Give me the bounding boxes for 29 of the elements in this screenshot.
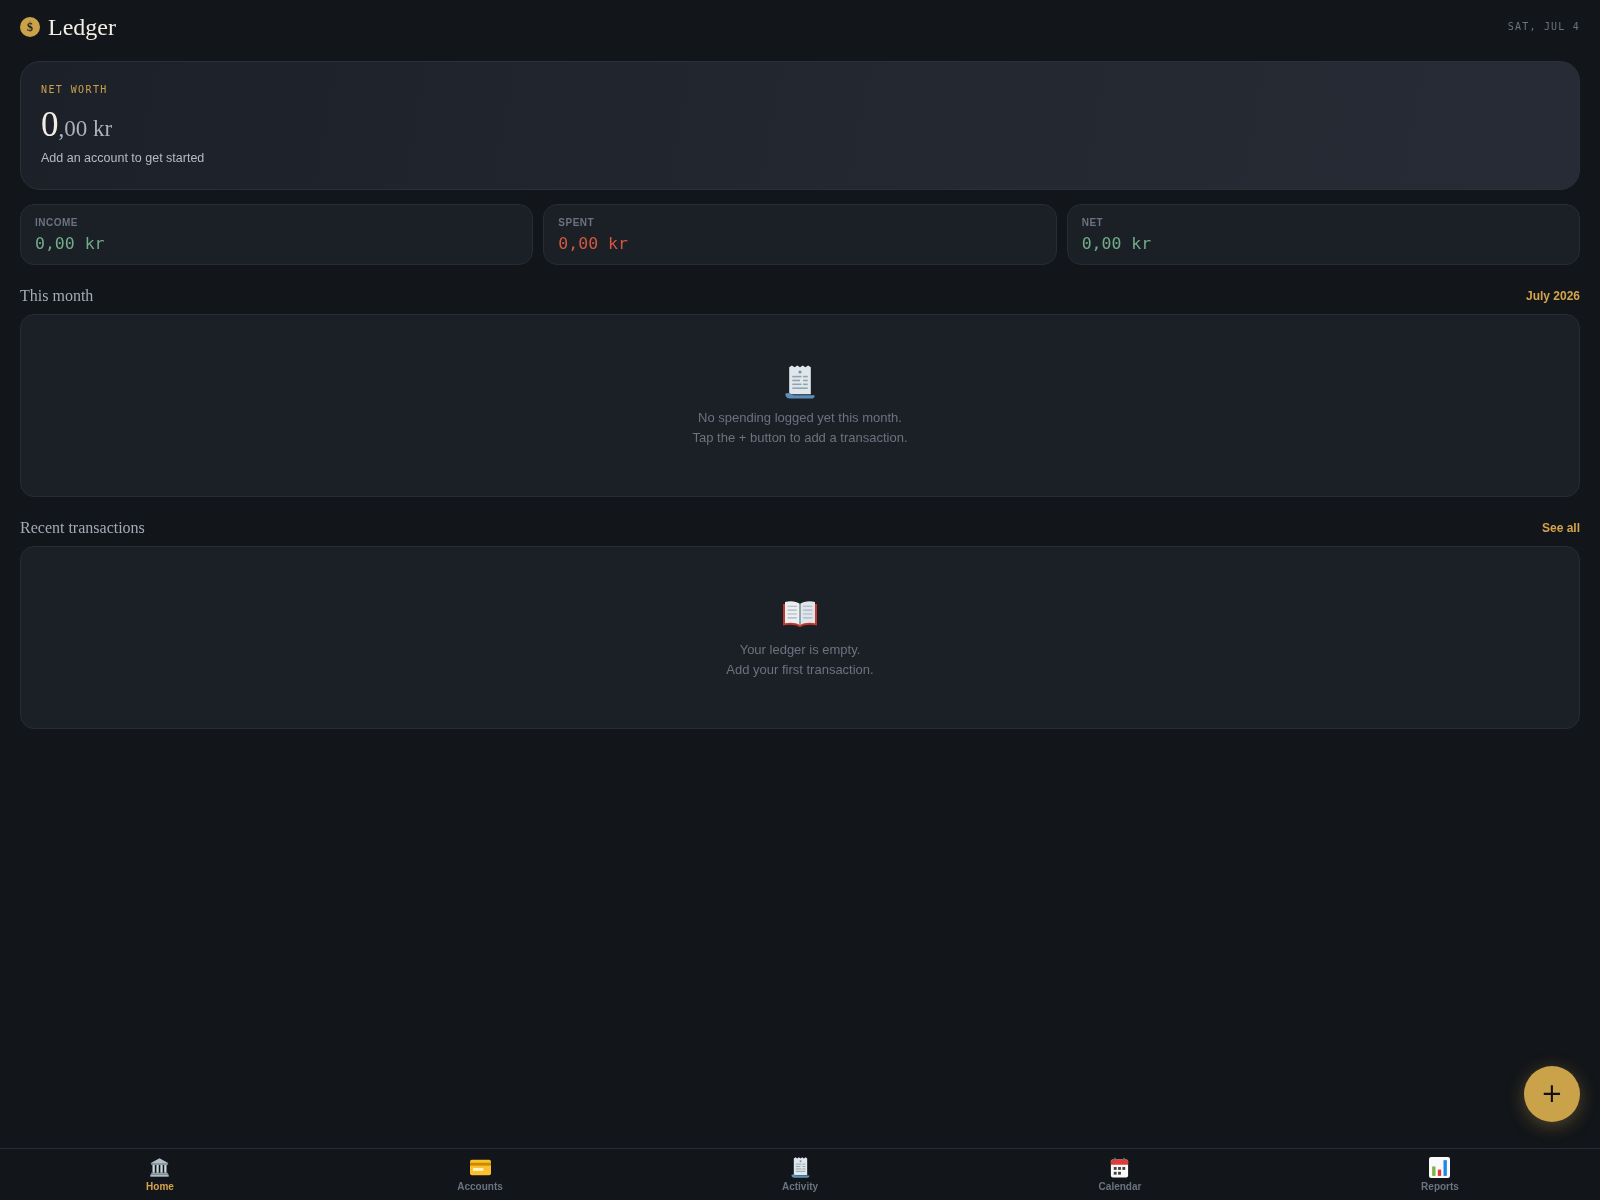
net-worth-amount: 0,00 kr <box>41 106 113 144</box>
stat-label: NET <box>1081 216 1104 229</box>
nav-tab[interactable]: Calendar <box>1092 1156 1148 1193</box>
stat-value: 0,00 kr <box>1081 233 1152 255</box>
nav-tab[interactable]: Activity <box>775 1156 825 1193</box>
empty-state-message: No spending logged yet this month. Tap the + button to add a transaction. <box>692 409 908 447</box>
bank-building-icon <box>149 1156 171 1178</box>
calendar-icon <box>1109 1156 1131 1178</box>
nav-tab[interactable]: Home <box>140 1156 180 1193</box>
section-title: Recent transactions <box>20 518 145 538</box>
stat-value: 0,00 kr <box>558 233 628 255</box>
stat-value: 0,00 kr <box>35 233 105 255</box>
coin-logo: $ <box>20 17 40 37</box>
receipt-icon <box>783 365 817 399</box>
add-button[interactable]: + <box>1524 1066 1580 1122</box>
stat-label: INCOME <box>35 216 78 229</box>
empty-state-message: Your ledger is empty. Add your first transaction. <box>726 641 874 679</box>
receipt-icon <box>789 1156 811 1178</box>
net-worth-hint: Add an account to get started <box>41 150 205 166</box>
nav-tab[interactable]: Reports <box>1415 1156 1465 1193</box>
section-link[interactable]: July 2026 <box>1525 288 1580 304</box>
date-label: SAT, JUL 4 <box>1507 21 1580 33</box>
section-title: This month <box>20 286 94 306</box>
app-title: Ledger <box>48 16 116 38</box>
section-link[interactable]: See all <box>1541 520 1580 536</box>
net-worth-label: NET WORTH <box>41 84 108 96</box>
nav-tab[interactable]: Accounts <box>451 1156 509 1193</box>
bar-chart-icon <box>1429 1156 1451 1178</box>
stat-label: SPENT <box>558 216 595 229</box>
